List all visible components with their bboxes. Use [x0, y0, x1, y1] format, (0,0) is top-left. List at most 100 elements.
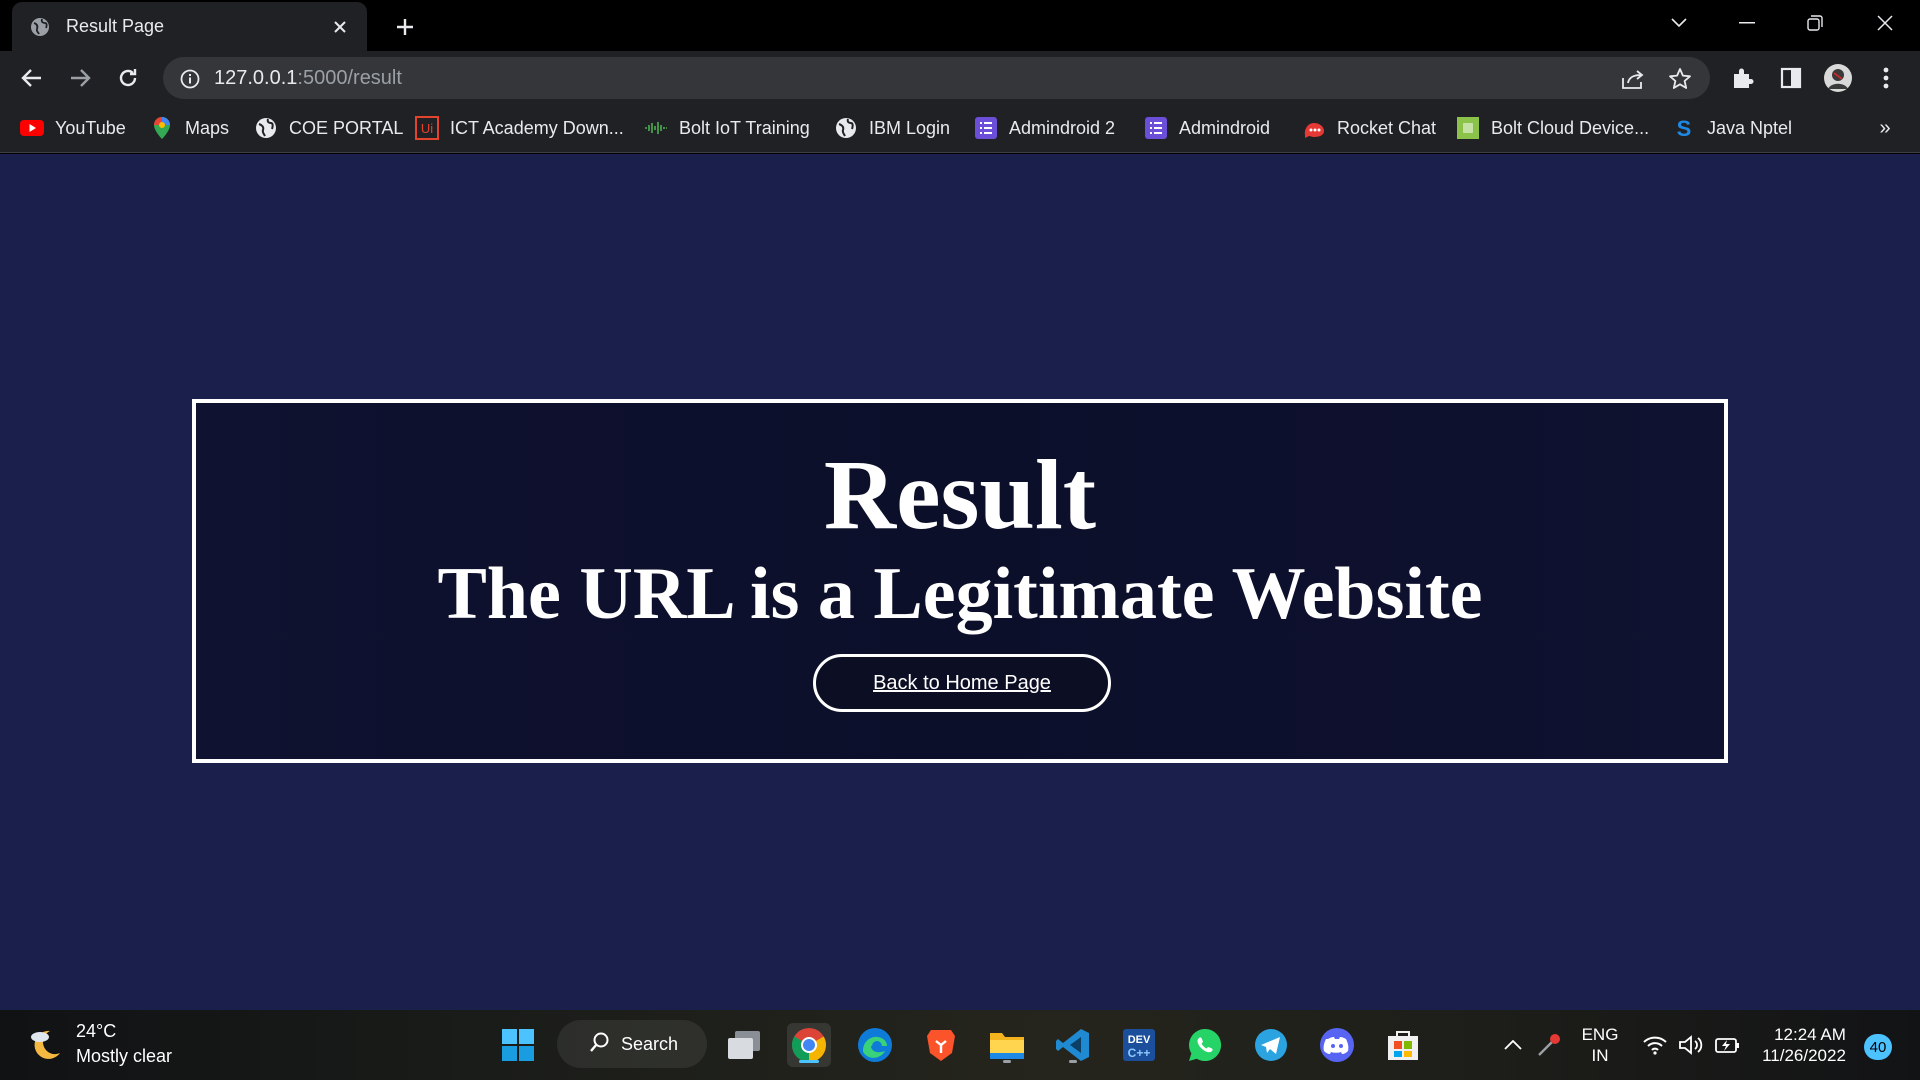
maps-pin-icon [150, 116, 174, 140]
bookmark-bolt-iot-training[interactable]: Bolt IoT Training [644, 113, 810, 143]
bookmark-label: Rocket Chat [1337, 117, 1437, 138]
back-home-link[interactable]: Back to Home Page [873, 672, 1051, 695]
telegram-icon[interactable] [1249, 1023, 1293, 1067]
bookmark-ict-academy[interactable]: Ui ICT Academy Down... [415, 113, 624, 143]
restore-button[interactable] [1792, 6, 1838, 40]
bookmarks-overflow-button[interactable]: » [1874, 113, 1896, 143]
bookmark-ibm-login[interactable]: IBM Login [834, 113, 950, 143]
weather-temperature[interactable]: 24°C [76, 1021, 116, 1042]
minimize-button[interactable] [1724, 6, 1770, 40]
discord-icon[interactable] [1315, 1023, 1359, 1067]
search-icon [589, 1031, 611, 1058]
side-panel-icon[interactable] [1774, 61, 1808, 95]
file-explorer-icon[interactable] [985, 1023, 1029, 1067]
language-indicator[interactable]: ENG IN [1572, 1010, 1628, 1080]
volume-icon[interactable] [1676, 1010, 1706, 1080]
ms-store-icon[interactable] [1381, 1023, 1425, 1067]
new-tab-button[interactable] [388, 12, 422, 42]
language-line-1: ENG [1581, 1024, 1619, 1044]
result-heading: Result [823, 439, 1097, 550]
back-home-button[interactable]: Back to Home Page [813, 654, 1111, 712]
edge-icon[interactable] [853, 1023, 897, 1067]
svg-text:Ui: Ui [421, 121, 433, 136]
address-bar[interactable]: 127.0.0.1:5000/result [163, 57, 1710, 99]
bookmark-label: IBM Login [869, 117, 951, 138]
list-icon [974, 116, 998, 140]
clock[interactable]: 12:24 AM 11/26/2022 [1756, 1010, 1852, 1080]
bookmark-label: ICT Academy Down... [450, 117, 624, 138]
language-line-2: IN [1591, 1046, 1609, 1065]
reload-button[interactable] [111, 61, 145, 95]
taskbar-search[interactable]: Search [557, 1020, 707, 1068]
tab-result-page[interactable]: Result Page [12, 2, 367, 51]
share-icon[interactable] [1620, 66, 1646, 92]
bookmark-maps[interactable]: Maps [150, 113, 229, 143]
bookmark-coe-portal[interactable]: COE PORTAL [254, 113, 403, 143]
bookmarks-bar: YouTube Maps COE PORTAL Ui ICT Academy D… [0, 104, 1920, 153]
profile-avatar[interactable] [1821, 61, 1855, 95]
running-indicator [1003, 1060, 1011, 1063]
chevron-up-icon[interactable] [1500, 1010, 1526, 1080]
bookmark-label: Java Nptel [1707, 117, 1793, 138]
page-viewport: Result The URL is a Legitimate Website B… [0, 154, 1920, 1010]
svg-text:DEV: DEV [1128, 1034, 1151, 1046]
bookmark-label: YouTube [55, 117, 126, 138]
wifi-icon[interactable] [1640, 1010, 1670, 1080]
chip-icon [1456, 116, 1480, 140]
list-icon [1144, 116, 1168, 140]
close-icon[interactable] [327, 14, 353, 40]
ui-logo-icon: Ui [415, 116, 439, 140]
bookmark-bolt-cloud-device[interactable]: Bolt Cloud Device... [1456, 113, 1649, 143]
bookmark-youtube[interactable]: YouTube [20, 113, 126, 143]
vscode-icon[interactable] [1051, 1023, 1095, 1067]
bookmark-label: Bolt IoT Training [679, 117, 810, 138]
tray-pen-icon[interactable] [1534, 1010, 1564, 1080]
brave-icon[interactable] [919, 1023, 963, 1067]
whatsapp-icon[interactable] [1183, 1023, 1227, 1067]
forward-button[interactable] [63, 61, 97, 95]
bookmark-label: COE PORTAL [289, 117, 404, 138]
bookmark-java-nptel[interactable]: S Java Nptel [1672, 113, 1792, 143]
browser-menu-icon[interactable] [1869, 61, 1903, 95]
bookmark-label: Admindroid [1179, 117, 1271, 138]
taskbar: 24°C Mostly clear Search DEV C++ ENG IN … [0, 1010, 1920, 1080]
clock-date: 11/26/2022 [1762, 1046, 1846, 1065]
waveform-icon [644, 116, 668, 140]
svg-text:C++: C++ [1128, 1046, 1151, 1060]
rocket-icon [1302, 116, 1326, 140]
bookmark-star-icon[interactable] [1667, 66, 1693, 92]
search-label: Search [621, 1033, 679, 1054]
result-card: Result The URL is a Legitimate Website B… [192, 399, 1728, 763]
tab-search-button[interactable] [1656, 6, 1702, 40]
weather-moon-icon[interactable] [26, 1025, 64, 1063]
windows-start-icon[interactable] [496, 1023, 540, 1067]
chrome-icon[interactable] [787, 1023, 831, 1067]
globe-icon [834, 116, 858, 140]
info-icon[interactable] [179, 68, 201, 90]
back-button[interactable] [15, 61, 49, 95]
devcpp-icon[interactable]: DEV C++ [1117, 1023, 1161, 1067]
tab-title: Result Page [66, 16, 165, 36]
bookmark-rocket-chat[interactable]: Rocket Chat [1302, 113, 1436, 143]
bookmark-label: Bolt Cloud Device... [1491, 117, 1650, 138]
bookmark-admindroid[interactable]: Admindroid [1144, 113, 1270, 143]
result-message: The URL is a Legitimate Website [437, 553, 1483, 635]
running-indicator [1069, 1060, 1077, 1063]
bookmark-label: Admindroid 2 [1009, 117, 1116, 138]
url-host: 127.0.0.1 [214, 67, 298, 89]
weather-description[interactable]: Mostly clear [76, 1046, 172, 1067]
svg-text:S: S [1677, 116, 1692, 140]
bookmark-admindroid-2[interactable]: Admindroid 2 [974, 113, 1115, 143]
extensions-puzzle-icon[interactable] [1726, 61, 1760, 95]
clock-time: 12:24 AM [1774, 1024, 1846, 1044]
notification-badge[interactable]: 40 [1864, 1034, 1892, 1060]
url-text[interactable]: 127.0.0.1:5000/result [214, 67, 402, 90]
youtube-icon [20, 116, 44, 140]
tab-strip: Result Page [0, 0, 1920, 51]
swayam-icon: S [1672, 116, 1696, 140]
globe-icon [30, 17, 50, 37]
battery-charging-icon[interactable] [1712, 1010, 1744, 1080]
close-window-button[interactable] [1862, 6, 1908, 40]
url-path: :5000/result [297, 67, 402, 89]
task-view-icon[interactable] [722, 1023, 766, 1067]
